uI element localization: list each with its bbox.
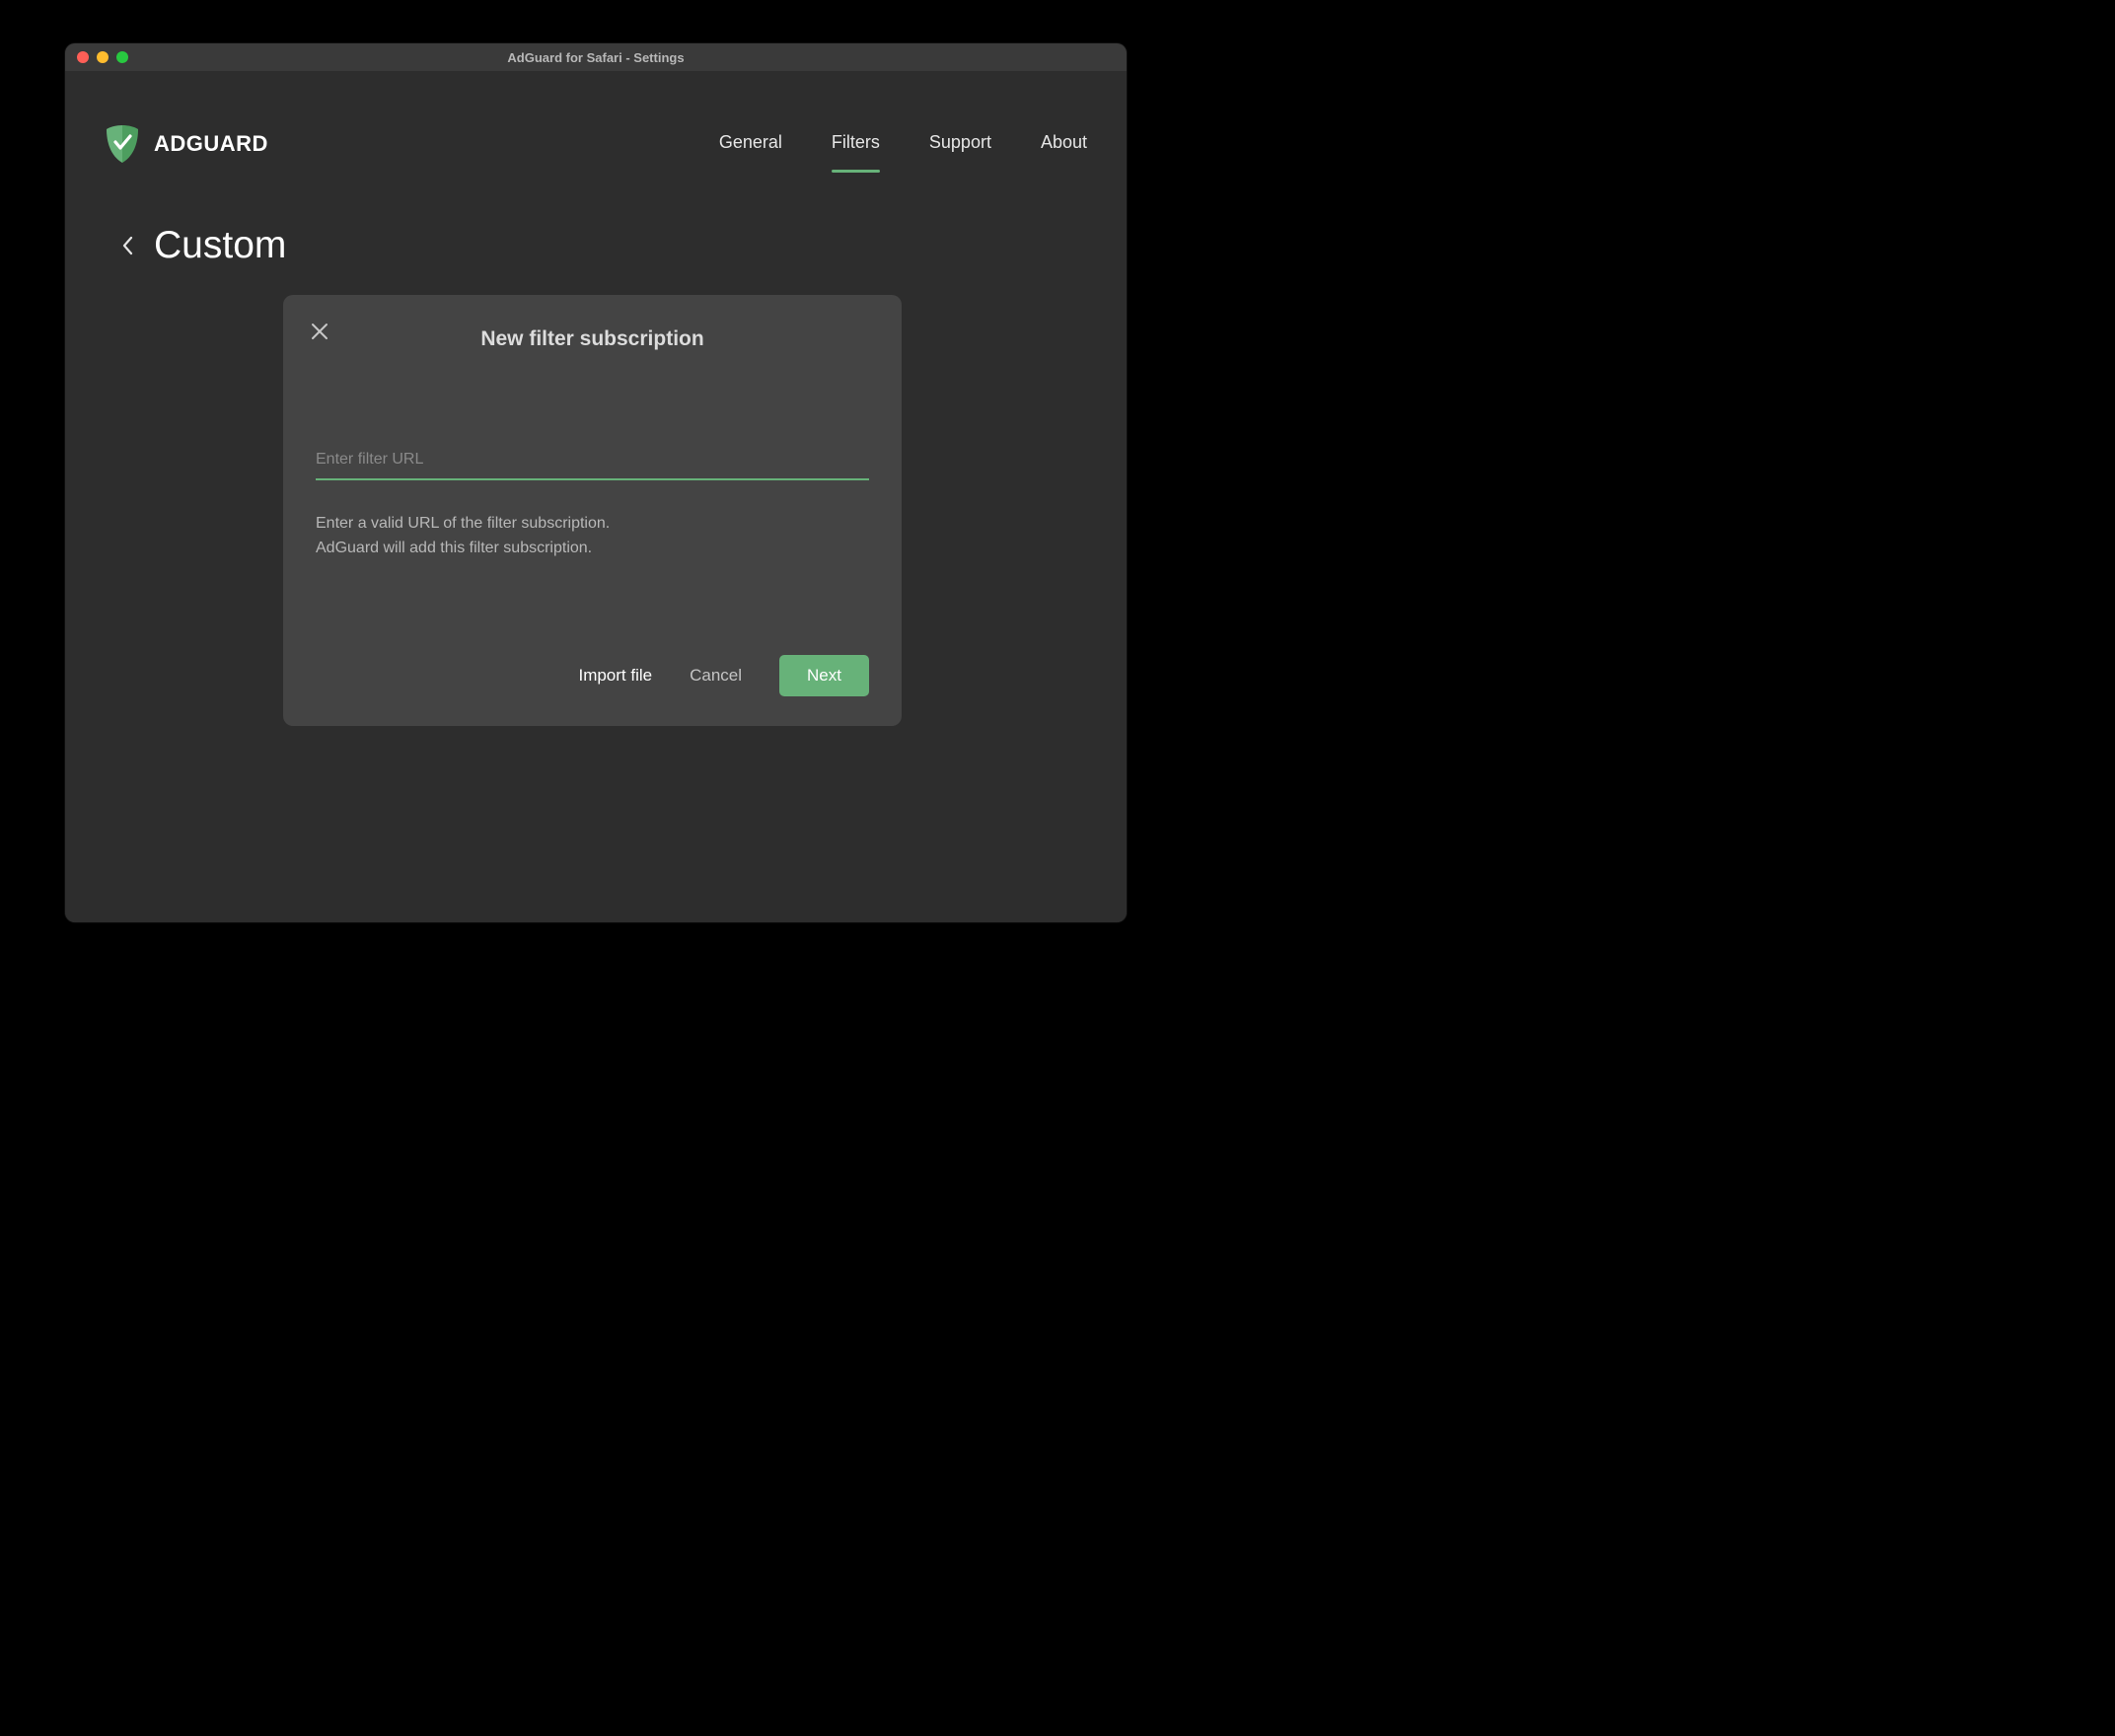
close-window-button[interactable] [77, 51, 89, 63]
window-title: AdGuard for Safari - Settings [65, 50, 1127, 65]
brand-name: ADGUARD [154, 131, 268, 157]
window-controls [65, 51, 128, 63]
page-header: Custom [65, 180, 1127, 267]
modal-body: Enter a valid URL of the filter subscrip… [283, 360, 902, 561]
modal-footer: Import file Cancel Next [578, 655, 869, 696]
close-icon [311, 323, 328, 340]
minimize-window-button[interactable] [97, 51, 109, 63]
nav-support[interactable]: Support [929, 132, 991, 161]
filter-url-input[interactable] [316, 445, 869, 480]
main-nav: General Filters Support About [719, 128, 1087, 161]
app-header: ADGUARD General Filters Support About [65, 71, 1127, 180]
help-line-1: Enter a valid URL of the filter subscrip… [316, 512, 869, 537]
window-content: ADGUARD General Filters Support About Cu… [65, 71, 1127, 922]
page-title: Custom [154, 224, 286, 267]
back-button[interactable] [122, 236, 134, 255]
new-filter-modal: New filter subscription Enter a valid UR… [283, 295, 902, 726]
chevron-left-icon [122, 236, 134, 255]
help-line-2: AdGuard will add this filter subscriptio… [316, 537, 869, 561]
nav-filters[interactable]: Filters [832, 132, 880, 161]
next-button[interactable]: Next [779, 655, 869, 696]
window-titlebar: AdGuard for Safari - Settings [65, 43, 1127, 71]
modal-header: New filter subscription [283, 295, 902, 360]
modal-help-text: Enter a valid URL of the filter subscrip… [316, 512, 869, 561]
fullscreen-window-button[interactable] [116, 51, 128, 63]
brand: ADGUARD [105, 124, 268, 164]
import-file-button[interactable]: Import file [578, 666, 652, 686]
nav-about[interactable]: About [1041, 132, 1087, 161]
modal-close-button[interactable] [311, 323, 328, 345]
modal-title: New filter subscription [480, 327, 703, 351]
app-window: AdGuard for Safari - Settings [65, 43, 1127, 922]
nav-general[interactable]: General [719, 132, 782, 161]
cancel-button[interactable]: Cancel [690, 666, 742, 686]
shield-icon [105, 124, 140, 164]
